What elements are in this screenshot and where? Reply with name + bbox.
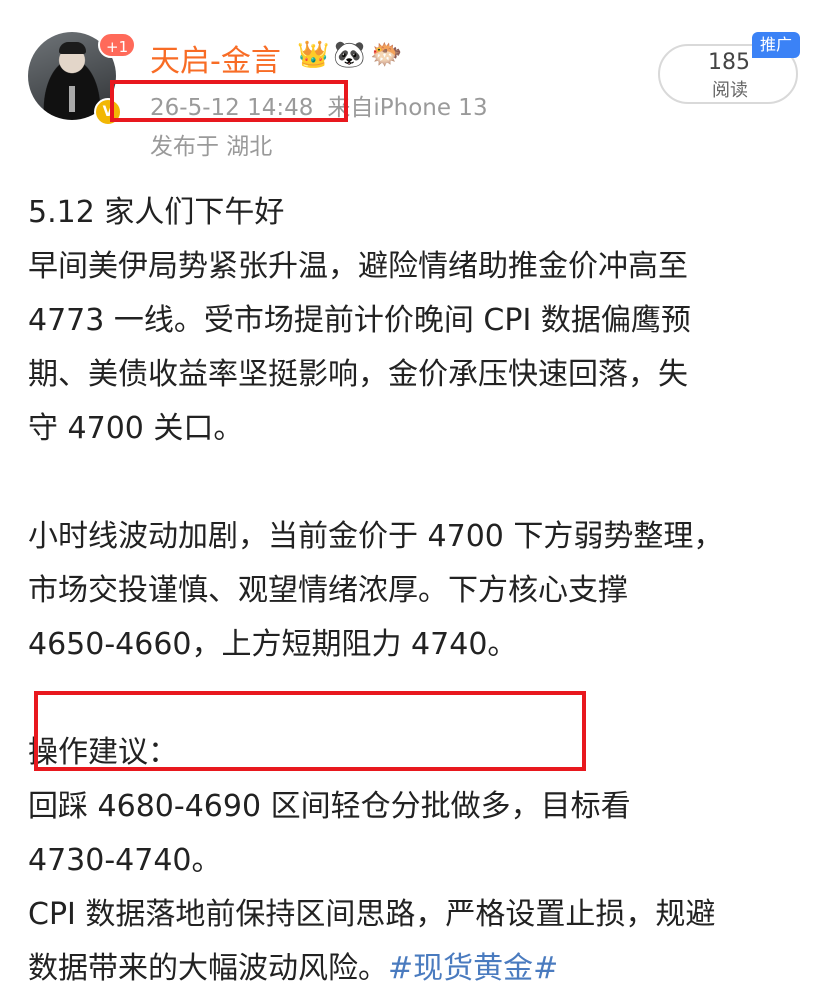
content-line: 4773 一线。受市场提前计价晚间 CPI 数据偏鹰预 — [28, 303, 691, 338]
avatar[interactable]: +1 V — [28, 32, 137, 126]
content-line: 回踩 4680-4690 区间轻仓分批做多，目标看 — [28, 789, 631, 824]
content-line: 5.12 家人们下午好 — [28, 195, 285, 230]
post-location: 发布于 湖北 — [150, 134, 273, 160]
content-line: 市场交投谨慎、观望情绪浓厚。下方核心支撑 — [28, 573, 628, 608]
content-line: 期、美债收益率坚挺影响，金价承压快速回落，失 — [28, 357, 688, 392]
topic-hashtag-link[interactable]: #现货黄金# — [388, 951, 558, 986]
read-label: 阅读 — [712, 80, 748, 101]
read-count: 185 — [708, 50, 750, 75]
panda-icon: 🐼 — [333, 40, 366, 70]
post-content: 5.12 家人们下午好 早间美伊局势紧张升温，避险情绪助推金价冲高至 4773 … — [28, 186, 818, 996]
notification-badge: +1 — [98, 32, 137, 58]
content-line: 4650-4660，上方短期阻力 4740。 — [28, 627, 518, 662]
content-line-last: 数据带来的大幅波动风险。#现货黄金# — [28, 942, 818, 996]
paragraph-intro: 5.12 家人们下午好 早间美伊局势紧张升温，避险情绪助推金价冲高至 4773 … — [28, 186, 818, 456]
crown-icon: 👑 — [297, 40, 330, 70]
operation-highlight-box — [34, 691, 586, 771]
author-name[interactable]: 天启-金言 — [150, 36, 281, 80]
paragraph-analysis: 小时线波动加剧，当前金价于 4700 下方弱势整理， 市场交投谨慎、观望情绪浓厚… — [28, 510, 818, 672]
fish-icon: 🐡 — [370, 40, 403, 70]
promo-tag[interactable]: 推广 — [752, 32, 800, 58]
content-line: 4730-4740。 — [28, 843, 222, 878]
content-text: 数据带来的大幅波动风险。 — [28, 951, 388, 986]
content-line: CPI 数据落地前保持区间思路，严格设置止损，规避 — [28, 897, 716, 932]
content-line: 早间美伊局势紧张升温，避险情绪助推金价冲高至 — [28, 249, 688, 284]
content-line: 守 4700 关口。 — [28, 411, 244, 446]
content-line: 小时线波动加剧，当前金价于 4700 下方弱势整理， — [28, 519, 724, 554]
timestamp-highlight-box — [110, 80, 348, 122]
post-source: 来自iPhone 13 — [327, 95, 488, 121]
